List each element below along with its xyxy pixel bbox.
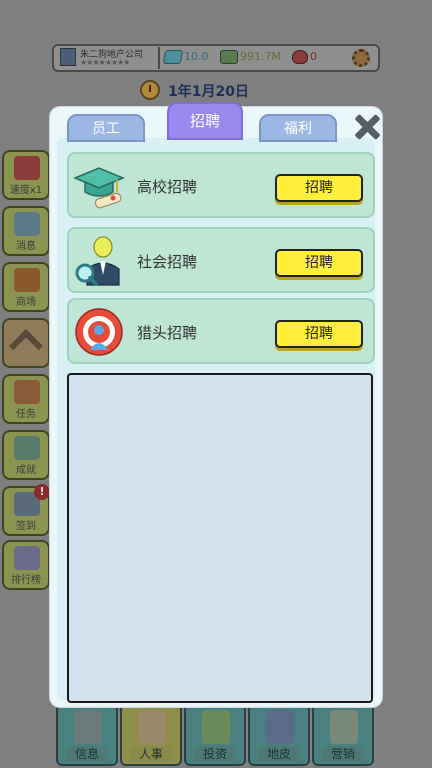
nav-invest[interactable]: 投资 [184,704,246,766]
nav-info-label: 信息 [66,746,108,762]
money-icon [202,710,230,744]
bottom-navigation: 信息 人事 投资 地皮 营销 [52,704,380,768]
target-person-icon [75,308,123,356]
nav-land[interactable]: 地皮 [248,704,310,766]
game-date: 1年1月20日 [168,84,249,100]
recruit-result-panel [67,373,373,703]
ranking-label: 排行榜 [11,575,41,586]
heart-icon [292,50,308,64]
graduation-cap-icon [73,167,125,209]
recruitment-dialog: 员工 招聘 福利 高校招聘 招聘 社会招聘 招聘 猎头招聘 招聘 [50,102,382,707]
gem-value: 10.0 [184,50,209,63]
message-label: 消息 [16,241,36,252]
shopping-bag-icon [14,268,40,292]
building-icon [60,48,76,66]
nav-marketing[interactable]: 营销 [312,704,374,766]
task-icon [14,380,40,404]
truck-icon [14,156,40,180]
task-button[interactable]: 任务 [2,374,50,424]
heart-value: 0 [310,50,317,63]
recruit-label-campus: 高校招聘 [137,178,198,196]
achievement-button[interactable]: 成就 [2,430,50,480]
nav-invest-label: 投资 [194,746,236,762]
shopping-bag-icon [330,710,358,744]
chevron-up-icon [9,329,43,363]
person-icon [138,710,166,744]
checkin-button[interactable]: 签到 ! [2,484,50,536]
top-status-bar: 朱二狗地产公司 ★★★★★★★★ 10.0 991.7M 0 [52,44,380,72]
building-icon [266,710,294,744]
ranking-icon [14,546,40,570]
money-value: 991.7M [240,50,281,63]
recruit-row-campus: 高校招聘 招聘 [67,152,375,218]
gear-icon[interactable] [352,49,370,67]
collapse-menu-button[interactable] [2,318,50,368]
medal-icon [14,436,40,460]
achievement-label: 成就 [16,465,36,476]
notepad-icon [74,710,102,744]
recruit-button-social[interactable]: 招聘 [275,249,363,277]
checkin-badge: ! [34,484,50,500]
nav-hr-label: 人事 [130,746,172,762]
diamond-icon [162,50,184,64]
message-icon [14,212,40,236]
nav-marketing-label: 营销 [322,746,364,762]
shop-label: 商场 [16,297,36,308]
magnifier-person-icon [75,236,120,286]
task-label: 任务 [16,409,36,420]
message-button[interactable]: 消息 [2,206,50,256]
cash-icon [220,50,238,64]
company-stars: ★★★★★★★★ [80,58,130,67]
recruit-row-social: 社会招聘 招聘 [67,227,375,293]
recruit-label-headhunt: 猎头招聘 [137,324,198,342]
speed-label: 速度x1 [9,185,43,196]
tab-staff[interactable]: 员工 [67,114,145,142]
gem-counter: 10.0 [162,50,209,64]
ranking-button[interactable]: 排行榜 [2,540,50,590]
recruit-button-headhunt[interactable]: 招聘 [275,320,363,348]
speed-button[interactable]: 速度x1 [2,150,50,200]
close-icon[interactable] [353,112,381,140]
checkin-label: 签到 [16,521,36,532]
heart-counter: 0 [292,50,317,64]
tab-recruit[interactable]: 招聘 [167,102,243,140]
money-counter: 991.7M [220,50,281,64]
shop-button[interactable]: 商场 [2,262,50,312]
alarm-clock-icon [140,80,160,100]
nav-info[interactable]: 信息 [56,704,118,766]
recruit-button-campus[interactable]: 招聘 [275,174,363,202]
tab-welfare[interactable]: 福利 [259,114,337,142]
company-info[interactable]: 朱二狗地产公司 ★★★★★★★★ [56,47,160,69]
recruit-label-social: 社会招聘 [137,253,198,271]
nav-hr[interactable]: 人事 [120,704,182,766]
nav-land-label: 地皮 [258,746,300,762]
recruit-row-headhunt: 猎头招聘 招聘 [67,298,375,364]
